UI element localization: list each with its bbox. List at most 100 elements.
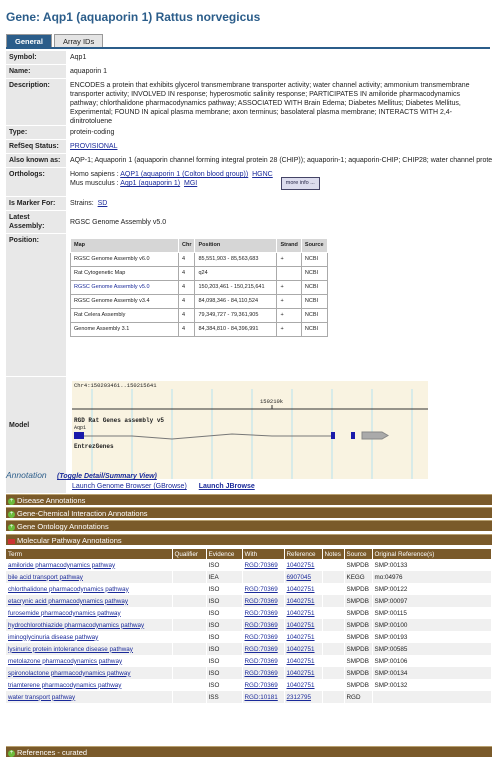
ortholog-mouse-prefix: Mus musculus : bbox=[70, 180, 119, 187]
orthologs-row: Orthologs: Homo sapiens : AQP1 (aquapori… bbox=[6, 168, 492, 197]
with-link[interactable]: RGD:70369 bbox=[245, 646, 278, 653]
with-link[interactable]: RGD:70369 bbox=[245, 622, 278, 629]
gbrowse-link[interactable]: Launch Genome Browser (GBrowse) bbox=[72, 483, 187, 490]
position-row: Position: Map Chr Position Strand Source… bbox=[6, 234, 492, 377]
reference-link[interactable]: 10402751 bbox=[287, 682, 315, 689]
refseq-row: RefSeq Status: PROVISIONAL bbox=[6, 140, 492, 154]
tab-general[interactable]: General bbox=[6, 34, 52, 47]
pathway-cell bbox=[322, 679, 345, 691]
term-link[interactable]: chlorthalidone pharmacodynamics pathway bbox=[8, 586, 129, 593]
reference-link[interactable]: 6907045 bbox=[287, 574, 312, 581]
aka-row: Also known as: AQP-1; Aquaporin 1 (aquap… bbox=[6, 154, 492, 168]
reference-link[interactable]: 10402751 bbox=[287, 646, 315, 653]
term-link[interactable]: hydrochlorothiazide pharmacodynamics pat… bbox=[8, 622, 144, 629]
with-link[interactable]: RGD:70369 bbox=[245, 682, 278, 689]
pathway-cell bbox=[372, 691, 492, 703]
refseq-link[interactable]: PROVISIONAL bbox=[70, 143, 117, 150]
pathway-cell: SMP:00097 bbox=[372, 595, 492, 607]
toggle-view-link[interactable]: (Toggle Detail/Summary View) bbox=[57, 473, 157, 480]
with-link[interactable]: RGD:70369 bbox=[245, 658, 278, 665]
pathway-cell bbox=[172, 679, 207, 691]
pathway-row: amiloride pharmacodynamics pathway ISO RGD… bbox=[6, 559, 492, 571]
with-link[interactable]: RGD:70369 bbox=[245, 598, 278, 605]
pathway-cell: RGD bbox=[344, 691, 373, 703]
pathway-cell: RGD:70369 bbox=[242, 679, 285, 691]
reference-link[interactable]: 10402751 bbox=[287, 634, 315, 641]
reference-link[interactable]: 10402751 bbox=[287, 598, 315, 605]
strain-sd-link[interactable]: SD bbox=[98, 200, 108, 207]
pathway-cell: SMPDB bbox=[344, 655, 373, 667]
term-link[interactable]: lysinuric protein intolerance disease pa… bbox=[8, 646, 133, 653]
jbrowse-link[interactable]: Launch JBrowse bbox=[199, 483, 255, 490]
reference-link[interactable]: 10402751 bbox=[287, 562, 315, 569]
pathway-row: furosemide pharmacodynamics pathway ISO RG… bbox=[6, 607, 492, 619]
position-cell: 4 bbox=[177, 294, 196, 309]
pathway-cell bbox=[322, 619, 345, 631]
pathway-row: chlorthalidone pharmacodynamics pathway I… bbox=[6, 583, 492, 595]
symbol-label: Symbol: bbox=[6, 51, 66, 64]
expand-icon: + bbox=[8, 523, 15, 531]
position-cell: NCBI bbox=[300, 322, 328, 337]
pathway-cell: KEGG bbox=[344, 571, 373, 583]
pathway-cell: SMPDB bbox=[344, 607, 373, 619]
tab-array-ids[interactable]: Array IDs bbox=[53, 34, 104, 47]
ortholog-mouse-link[interactable]: Aqp1 (aquaporin 1) bbox=[120, 180, 180, 187]
section-pathway[interactable]: Molecular Pathway Annotations bbox=[6, 534, 492, 545]
col-evidence: Evidence bbox=[206, 549, 243, 559]
pathway-cell: 10402751 bbox=[284, 631, 323, 643]
pathway-cell: mo:04976 bbox=[372, 571, 492, 583]
reference-link[interactable]: 10402751 bbox=[287, 610, 315, 617]
term-link[interactable]: amiloride pharmacodynamics pathway bbox=[8, 562, 115, 569]
pathway-cell bbox=[172, 619, 207, 631]
term-link[interactable]: spironolactone pharmacodynamics pathway bbox=[8, 670, 131, 677]
pathway-cell: RGD:70369 bbox=[242, 559, 285, 571]
position-cell: q24 bbox=[194, 266, 278, 281]
ortholog-hgnc-link[interactable]: HGNC bbox=[252, 171, 273, 178]
orthologs-label: Orthologs: bbox=[6, 168, 66, 196]
position-cell: + bbox=[276, 322, 302, 337]
position-cell: NCBI bbox=[300, 308, 328, 323]
ortholog-human-link[interactable]: AQP1 (aquaporin 1 (Colton blood group)) bbox=[120, 171, 248, 178]
pathway-cell bbox=[172, 607, 207, 619]
more-info-button[interactable]: more info ... bbox=[280, 177, 320, 190]
term-link[interactable]: furosemide pharmacodynamics pathway bbox=[8, 610, 121, 617]
term-link[interactable]: iminoglycinuria disease pathway bbox=[8, 634, 98, 641]
position-cell: 4 bbox=[177, 308, 196, 323]
with-link[interactable]: RGD:10181 bbox=[245, 694, 278, 701]
with-link[interactable]: RGD:70369 bbox=[245, 670, 278, 677]
pathway-cell: ISO bbox=[206, 655, 243, 667]
term-link[interactable]: etacrynic acid pharmacodynamics pathway bbox=[8, 598, 128, 605]
genome-model-view[interactable]: Chr4:150203461..150215641 150210k RGD Ra… bbox=[72, 381, 428, 479]
symbol-value: Aqp1 bbox=[70, 54, 87, 61]
pathway-cell bbox=[172, 655, 207, 667]
pathway-row: lysinuric protein intolerance disease pa… bbox=[6, 643, 492, 655]
position-cell: 85,551,903 - 85,563,683 bbox=[194, 252, 278, 267]
pathway-cell bbox=[172, 595, 207, 607]
reference-link[interactable]: 10402751 bbox=[287, 670, 315, 677]
reference-link[interactable]: 10402751 bbox=[287, 658, 315, 665]
section-disease[interactable]: + Disease Annotations bbox=[6, 494, 492, 505]
section-go[interactable]: + Gene Ontology Annotations bbox=[6, 520, 492, 531]
term-link[interactable]: water transport pathway bbox=[8, 694, 75, 701]
pathway-cell: SMP:00106 bbox=[372, 655, 492, 667]
pathway-cell: 10402751 bbox=[284, 679, 323, 691]
reference-link[interactable]: 10402751 bbox=[287, 586, 315, 593]
reference-link[interactable]: 2312795 bbox=[287, 694, 312, 701]
term-link[interactable]: triamterene pharmacodynamics pathway bbox=[8, 682, 121, 689]
with-link[interactable]: RGD:70369 bbox=[245, 634, 278, 641]
pathway-cell: ISO bbox=[206, 667, 243, 679]
model-gene-label: Aqp1 bbox=[74, 425, 86, 431]
section-references[interactable]: + References - curated bbox=[6, 746, 492, 757]
reference-link[interactable]: 10402751 bbox=[287, 622, 315, 629]
ortholog-mgi-link[interactable]: MGI bbox=[184, 180, 197, 187]
position-header-source: Source bbox=[300, 238, 328, 253]
pathway-cell bbox=[322, 643, 345, 655]
with-link[interactable]: RGD:70369 bbox=[245, 562, 278, 569]
with-link[interactable]: RGD:70369 bbox=[245, 586, 278, 593]
with-link[interactable]: RGD:70369 bbox=[245, 610, 278, 617]
term-link[interactable]: bile acid transport pathway bbox=[8, 574, 83, 581]
term-link[interactable]: metolazone pharmacodynamics pathway bbox=[8, 658, 122, 665]
pathway-cell: IEA bbox=[206, 571, 243, 583]
pathway-cell: SMP:00100 bbox=[372, 619, 492, 631]
section-chemical[interactable]: + Gene-Chemical Interaction Annotations bbox=[6, 507, 492, 518]
